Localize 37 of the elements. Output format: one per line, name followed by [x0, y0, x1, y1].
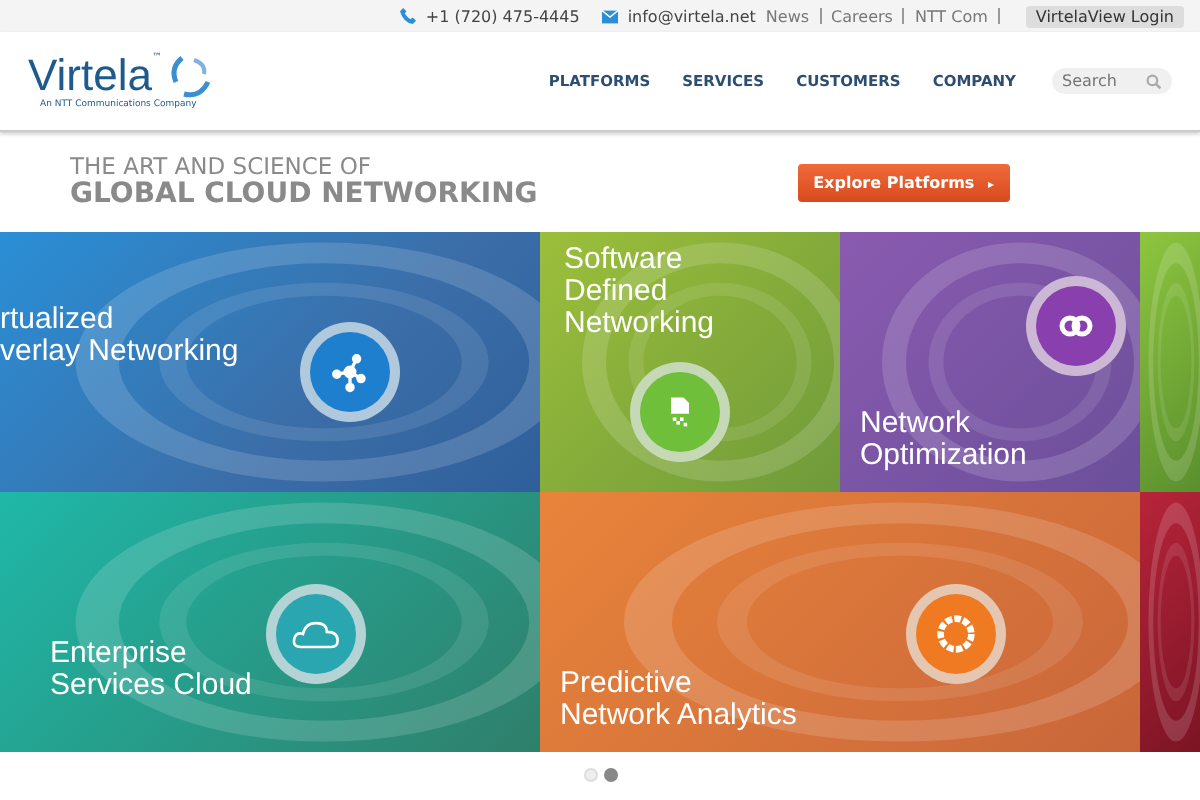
overlay-badge-icon [300, 322, 400, 422]
phone-icon [399, 8, 416, 24]
hero-kicker: THE ART AND SCIENCE OF [70, 153, 373, 180]
cloud-badge-icon [266, 584, 366, 684]
search-field[interactable]: Search [1052, 68, 1172, 94]
carousel-dot[interactable] [603, 768, 617, 782]
search-icon [1146, 73, 1162, 89]
phone-number: +1 (720) 475-4445 [425, 7, 580, 25]
tile-title: Optimization [860, 440, 1027, 472]
top-link[interactable]: News [765, 7, 810, 25]
analytics-badge-icon [906, 584, 1006, 684]
login-button[interactable]: VirtelaView Login [1025, 5, 1184, 27]
tile-title: Networking [564, 308, 715, 340]
tile-graphic[interactable]: rtualized verlay Networking [0, 232, 540, 492]
tile-title: verlay Networking [0, 336, 239, 368]
mail-icon [601, 9, 618, 23]
tile-title: Network Analytics [560, 700, 797, 732]
tile-graphic[interactable]: Enterprise Services Cloud [0, 492, 540, 752]
tile-title: Predictive [560, 668, 694, 700]
swirl-logo-icon [165, 52, 214, 100]
top-link[interactable]: Careers [831, 7, 893, 25]
tile-title: Defined [564, 276, 670, 308]
tile-graphic[interactable]: Network Optimization [840, 232, 1140, 492]
email-link[interactable]: info@virtela.net [627, 7, 756, 25]
tile-graphic[interactable]: Predictive Network Analytics [540, 492, 1140, 752]
hero-title: GLOBAL CLOUD NETWORKING [70, 179, 538, 211]
tile-title: Enterprise [50, 638, 189, 670]
tile-title: rtualized [0, 304, 116, 336]
tile-graphic[interactable] [1140, 492, 1200, 752]
sdn-badge-icon [630, 362, 730, 462]
tile-title: Network [860, 408, 973, 440]
tile-graphic[interactable] [1140, 232, 1200, 492]
optimization-badge-icon [1026, 276, 1126, 376]
tile-title: Software [564, 244, 685, 276]
tile-title: Services Cloud [50, 670, 252, 702]
top-link[interactable]: NTT Com [914, 7, 988, 25]
logo-wordmark[interactable]: Virtela [28, 52, 152, 100]
